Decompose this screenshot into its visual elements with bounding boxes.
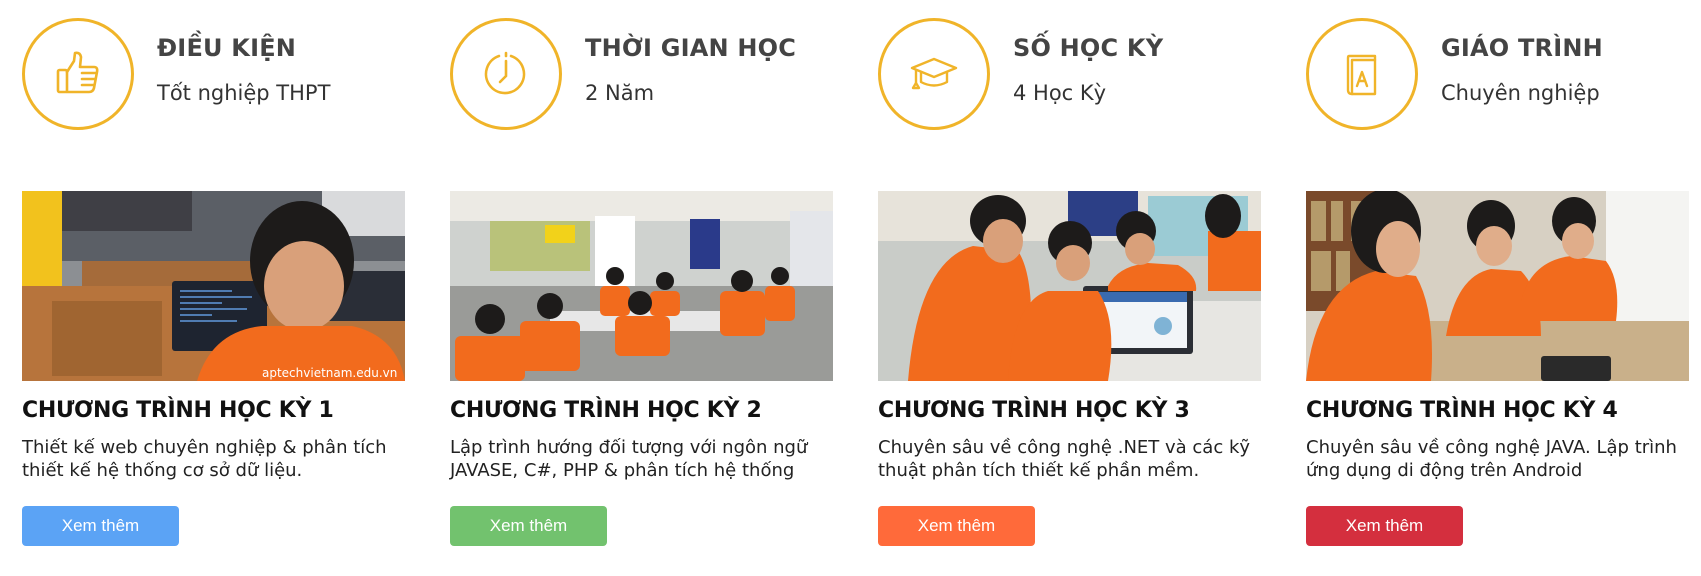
feature-requirement: ĐIỀU KIỆN Tốt nghiệp THPT [22,18,408,130]
photo-caption: aptechvietnam.edu.vn [262,366,397,380]
clock-icon [484,51,526,95]
graduation-cap-icon [910,57,958,90]
card-description: Chuyên sâu về công nghệ JAVA. Lập trình … [1306,437,1677,481]
feature-value: 4 Học Kỳ [1013,81,1107,105]
card-title: CHƯƠNG TRÌNH HỌC KỲ 4 [1306,398,1618,423]
card-description: Lập trình hướng đối tượng với ngôn ngữ J… [450,437,808,481]
classroom-image [450,191,833,381]
semester-4-photo[interactable] [1306,191,1689,381]
student-coding-image: aptechvietnam.edu.vn [22,191,405,381]
column-semester-1: ĐIỀU KIỆN Tốt nghiệp THPT aptechvietnam.… [22,0,408,576]
see-more-button[interactable]: Xem thêm [22,506,179,546]
feature-title: GIÁO TRÌNH [1441,34,1603,62]
column-semester-3: SỐ HỌC KỲ 4 Học Kỳ CHƯƠNG TRÌNH HỌC KỲ 3… [878,0,1264,576]
card-description: Thiết kế web chuyên nghiệp & phân tích t… [22,437,387,481]
feature-value: Tốt nghiệp THPT [157,81,331,105]
students-tablet-image [1306,191,1689,381]
card-title: CHƯƠNG TRÌNH HỌC KỲ 1 [22,398,334,423]
feature-icon-circle [450,18,562,130]
feature-title: SỐ HỌC KỲ [1013,34,1164,62]
column-semester-4: GIÁO TRÌNH Chuyên nghiệp CHƯƠNG TRÌNH HỌ… [1306,0,1692,576]
see-more-button[interactable]: Xem thêm [878,506,1035,546]
see-more-button[interactable]: Xem thêm [1306,506,1463,546]
features-and-programs: ĐIỀU KIỆN Tốt nghiệp THPT aptechvietnam.… [22,0,1692,576]
card-description: Chuyên sâu về công nghệ .NET và các kỹ t… [878,437,1251,481]
feature-title: ĐIỀU KIỆN [157,34,297,62]
semester-3-photo[interactable] [878,191,1261,381]
feature-duration: THỜI GIAN HỌC 2 Năm [450,18,836,130]
feature-value: 2 Năm [585,81,655,105]
feature-semesters: SỐ HỌC KỲ 4 Học Kỳ [878,18,1264,130]
feature-title: THỜI GIAN HỌC [585,34,797,62]
feature-icon-circle [878,18,990,130]
column-semester-2: THỜI GIAN HỌC 2 Năm CHƯƠNG TRÌNH HỌC KỲ … [450,0,836,576]
group-laptop-image [878,191,1261,381]
semester-1-photo[interactable]: aptechvietnam.edu.vn [22,191,405,381]
card-title: CHƯƠNG TRÌNH HỌC KỲ 3 [878,398,1190,423]
feature-icon-circle [22,18,134,130]
thumbs-up-icon [56,51,99,94]
book-icon [1346,54,1377,96]
see-more-button[interactable]: Xem thêm [450,506,607,546]
card-title: CHƯƠNG TRÌNH HỌC KỲ 2 [450,398,762,423]
feature-icon-circle [1306,18,1418,130]
feature-value: Chuyên nghiệp [1441,81,1600,105]
semester-2-photo[interactable] [450,191,833,381]
feature-curriculum: GIÁO TRÌNH Chuyên nghiệp [1306,18,1692,130]
